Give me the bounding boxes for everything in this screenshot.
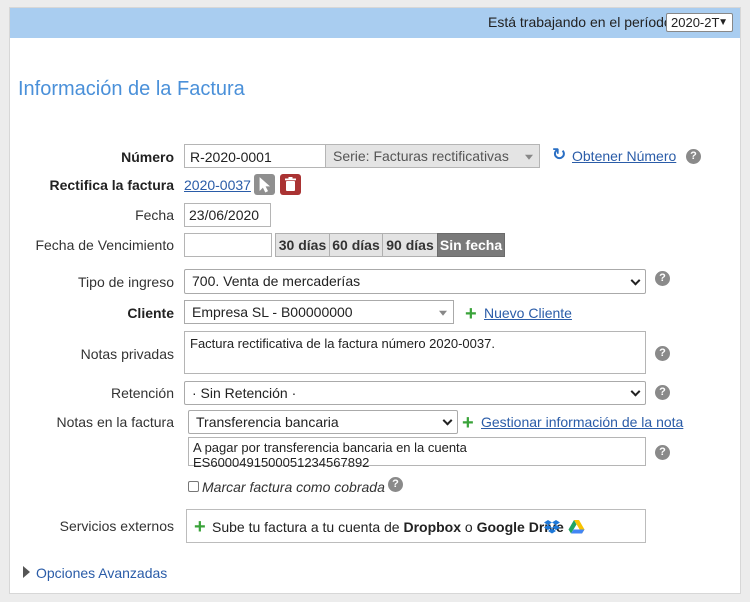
rectifica-label: Rectifica la factura [49, 177, 175, 193]
refresh-icon[interactable]: ↻ [552, 145, 566, 165]
tipo-ingreso-label: Tipo de ingreso [78, 274, 174, 290]
plus-icon: + [194, 516, 206, 538]
page-title: Información de la Factura [18, 78, 245, 100]
sin-fecha-button[interactable]: Sin fecha [437, 233, 505, 257]
retencion-value: · Sin Retención · [192, 385, 297, 401]
numero-value: R-2020-0001 [190, 149, 272, 165]
chevron-down-icon [442, 415, 453, 426]
serie-value: Serie: Facturas rectificativas [333, 148, 509, 164]
help-icon[interactable]: ? [655, 445, 670, 460]
notas-privadas-textarea[interactable]: Factura rectificativa de la factura núme… [184, 331, 646, 374]
dropbox-icon[interactable] [544, 519, 560, 535]
period-label: Está trabajando en el período [488, 14, 672, 30]
days-90-button[interactable]: 90 días [382, 233, 438, 257]
plus-icon[interactable]: + [465, 304, 477, 324]
upload-prefix: Sube tu factura a tu cuenta de [212, 519, 400, 535]
gestionar-nota-link[interactable]: Gestionar información de la nota [481, 414, 683, 430]
period-select[interactable]: 2020-2T ▼ [666, 13, 733, 32]
tipo-ingreso-select[interactable]: 700. Venta de mercaderías [184, 269, 646, 294]
numero-input[interactable]: R-2020-0001 [184, 144, 326, 168]
notas-factura-select[interactable]: Transferencia bancaria [188, 410, 458, 434]
obtener-numero-link[interactable]: Obtener Número [572, 148, 676, 164]
select-invoice-button[interactable] [254, 174, 275, 195]
cliente-label: Cliente [127, 305, 174, 321]
plus-icon[interactable]: + [462, 413, 474, 433]
period-bar: Está trabajando en el período 2020-2T ▼ [10, 8, 740, 38]
days-60-button[interactable]: 60 días [329, 233, 383, 257]
expand-triangle-icon[interactable] [23, 566, 30, 578]
remove-invoice-button[interactable] [280, 174, 301, 195]
help-icon[interactable]: ? [655, 346, 670, 361]
notas-privadas-value: Factura rectificativa de la factura núme… [190, 336, 495, 351]
retencion-select[interactable]: · Sin Retención · [184, 381, 646, 405]
help-icon[interactable]: ? [655, 385, 670, 400]
notas-factura-value: Transferencia bancaria [196, 414, 339, 430]
notas-factura-text: A pagar por transferencia bancaria en la… [193, 440, 467, 470]
notas-factura-label: Notas en la factura [56, 414, 174, 430]
cursor-icon [259, 177, 271, 193]
notas-privadas-label: Notas privadas [80, 346, 174, 362]
caret-down-icon [439, 310, 447, 316]
servicios-label: Servicios externos [59, 518, 174, 534]
cliente-select[interactable]: Empresa SL - B00000000 [184, 300, 454, 324]
vencimiento-label: Fecha de Vencimiento [35, 237, 174, 253]
serie-select[interactable]: Serie: Facturas rectificativas [325, 144, 540, 168]
help-icon[interactable]: ? [655, 271, 670, 286]
cobrada-checkbox[interactable] [188, 481, 199, 492]
cobrada-label: Marcar factura como cobrada [202, 479, 385, 495]
chevron-down-icon: ▼ [718, 17, 728, 28]
external-services-box: + Sube tu factura a tu cuenta de Dropbox… [186, 509, 646, 543]
days-30-button[interactable]: 30 días [275, 233, 330, 257]
invoice-window: Está trabajando en el período 2020-2T ▼ … [9, 7, 741, 594]
dropbox-link[interactable]: Dropbox [403, 519, 461, 535]
notas-factura-textarea[interactable]: A pagar por transferencia bancaria en la… [188, 437, 646, 470]
cliente-value: Empresa SL - B00000000 [192, 304, 353, 320]
chevron-down-icon [630, 386, 641, 397]
help-icon[interactable]: ? [686, 149, 701, 164]
trash-icon [285, 177, 296, 191]
fecha-label: Fecha [135, 207, 174, 223]
chevron-down-icon [630, 275, 641, 286]
vencimiento-input[interactable] [184, 233, 272, 257]
tipo-ingreso-value: 700. Venta de mercaderías [192, 273, 361, 289]
fecha-input[interactable]: 23/06/2020 [184, 203, 271, 227]
opciones-avanzadas-toggle[interactable]: Opciones Avanzadas [36, 565, 167, 581]
upload-text[interactable]: Sube tu factura a tu cuenta de Dropbox o… [212, 519, 564, 535]
rectifica-link[interactable]: 2020-0037 [184, 177, 251, 193]
upload-joiner: o [464, 519, 473, 535]
numero-label: Número [121, 149, 174, 165]
help-icon[interactable]: ? [388, 477, 403, 492]
fecha-value: 23/06/2020 [189, 207, 260, 223]
period-value: 2020-2T [671, 15, 720, 30]
retencion-label: Retención [110, 385, 174, 401]
nuevo-cliente-link[interactable]: Nuevo Cliente [484, 305, 572, 321]
caret-down-icon [525, 154, 533, 160]
google-drive-icon[interactable] [568, 519, 585, 535]
